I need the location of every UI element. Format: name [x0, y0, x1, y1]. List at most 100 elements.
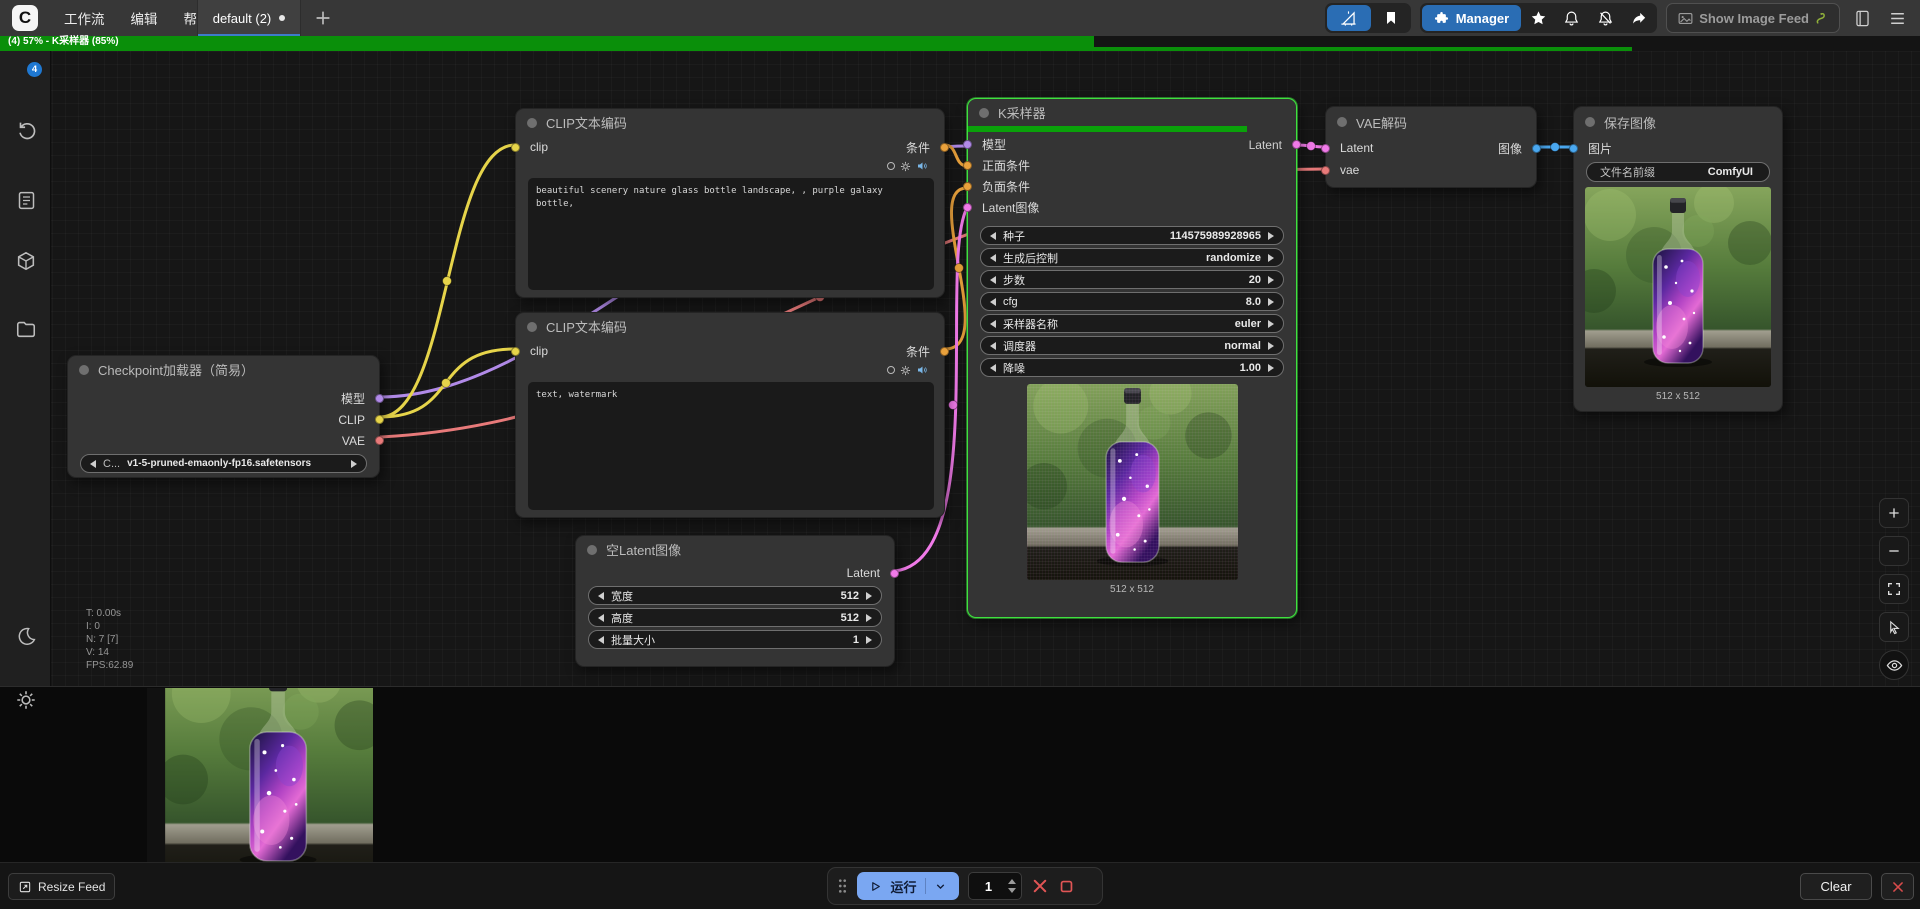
image-feed-panel[interactable] [0, 686, 1920, 862]
increment-icon[interactable] [1268, 320, 1274, 328]
decrement-icon[interactable] [990, 364, 996, 372]
decrement-icon[interactable] [990, 254, 996, 262]
show-image-feed-button[interactable]: Show Image Feed [1666, 3, 1840, 33]
port-dot-latent-in[interactable] [963, 203, 972, 212]
port-dot-image[interactable] [1569, 144, 1578, 153]
collapse-dot-icon[interactable] [979, 108, 989, 118]
theme-toggle-button[interactable] [14, 624, 38, 648]
prev-option-icon[interactable] [90, 460, 96, 468]
stop-button[interactable] [1058, 878, 1075, 895]
increment-icon[interactable] [1268, 364, 1274, 372]
chevron-down-icon[interactable] [934, 880, 947, 893]
increment-icon[interactable] [866, 636, 872, 644]
menu-edit[interactable]: 编辑 [131, 8, 158, 28]
batch-count-spinner[interactable] [1008, 879, 1021, 893]
height-widget[interactable]: 高度 512 [588, 608, 882, 627]
decrement-icon[interactable] [990, 320, 996, 328]
comfyui-logo[interactable]: C [12, 5, 38, 31]
notification-button-1[interactable] [1555, 5, 1587, 31]
spin-up-icon[interactable] [1008, 879, 1016, 884]
decrement-icon[interactable] [990, 232, 996, 240]
negative-prompt-textarea[interactable]: text, watermark [528, 382, 934, 510]
steps-widget[interactable]: 步数 20 [980, 270, 1284, 289]
main-menu-button[interactable] [1884, 5, 1910, 31]
manager-button[interactable]: Manager [1422, 5, 1521, 31]
run-button[interactable]: 运行 [857, 872, 959, 900]
workflow-templates-button[interactable] [1327, 5, 1371, 31]
decrement-icon[interactable] [598, 614, 604, 622]
node-save-image[interactable]: 保存图像 图片 文件名前缀 ComfyUI 512 x 512 [1573, 106, 1783, 412]
bookmark-button[interactable] [1373, 5, 1409, 31]
denoise-widget[interactable]: 降噪 1.00 [980, 358, 1284, 377]
node-clip-text-encode-positive[interactable]: CLIP文本编码 clip 条件 beautiful scenery natur… [515, 108, 945, 298]
increment-icon[interactable] [866, 614, 872, 622]
node-library-button[interactable] [14, 188, 38, 212]
workflow-tab[interactable]: default (2) [197, 0, 301, 36]
node-checkpoint-loader[interactable]: Checkpoint加载器（简易） 模型 CLIP VAE C... v1-5-… [67, 355, 380, 478]
decrement-icon[interactable] [990, 342, 996, 350]
workflows-browser-button[interactable] [14, 317, 38, 341]
port-dot-clip[interactable] [511, 143, 520, 152]
ckpt-name-widget[interactable]: C... v1-5-pruned-emaonly-fp16.safetensor… [80, 454, 367, 473]
increment-icon[interactable] [1268, 254, 1274, 262]
zoom-out-button[interactable] [1879, 536, 1909, 566]
port-dot-positive[interactable] [963, 161, 972, 170]
collapse-dot-icon[interactable] [79, 365, 89, 375]
speaker-icon[interactable] [916, 364, 928, 376]
node-title-bar[interactable]: CLIP文本编码 [516, 313, 944, 340]
favorites-button[interactable] [1523, 5, 1553, 31]
port-dot-negative[interactable] [963, 182, 972, 191]
model-library-button[interactable] [14, 249, 38, 273]
new-workflow-button[interactable] [312, 7, 334, 29]
port-dot-clip[interactable] [511, 347, 520, 356]
collapse-dot-icon[interactable] [1337, 117, 1347, 127]
dot-toggle-icon[interactable] [887, 162, 895, 170]
clear-feed-button[interactable]: Clear [1800, 873, 1872, 900]
cancel-run-button[interactable] [1031, 877, 1049, 895]
scheduler-widget[interactable]: 调度器 normal [980, 336, 1284, 355]
cfg-widget[interactable]: cfg 8.0 [980, 292, 1284, 311]
sampler-name-widget[interactable]: 采样器名称 euler [980, 314, 1284, 333]
collapse-dot-icon[interactable] [587, 545, 597, 555]
fit-view-button[interactable] [1879, 574, 1909, 604]
node-title-bar[interactable]: CLIP文本编码 [516, 109, 944, 136]
feed-image[interactable] [147, 688, 373, 862]
dot-toggle-icon[interactable] [887, 366, 895, 374]
decrement-icon[interactable] [990, 298, 996, 306]
port-dot-latent[interactable] [1321, 144, 1330, 153]
port-dot-cond[interactable] [940, 347, 949, 356]
batch-size-widget[interactable]: 批量大小 1 [588, 630, 882, 649]
positive-prompt-textarea[interactable]: beautiful scenery nature glass bottle la… [528, 178, 934, 290]
control-after-generate-widget[interactable]: 生成后控制 randomize [980, 248, 1284, 267]
filename-prefix-widget[interactable]: 文件名前缀 ComfyUI [1586, 162, 1770, 182]
drag-handle-icon[interactable] [837, 878, 848, 894]
settings-button[interactable] [14, 688, 38, 712]
batch-count-input[interactable]: 1 [968, 872, 1022, 900]
next-option-icon[interactable] [351, 460, 357, 468]
node-clip-text-encode-negative[interactable]: CLIP文本编码 clip 条件 text, watermark [515, 312, 945, 518]
spin-down-icon[interactable] [1008, 888, 1016, 893]
close-feed-button[interactable] [1881, 873, 1914, 900]
width-widget[interactable]: 宽度 512 [588, 586, 882, 605]
node-title-bar[interactable]: VAE解码 [1326, 107, 1536, 137]
queue-history-button[interactable] [14, 118, 38, 142]
decrement-icon[interactable] [990, 276, 996, 284]
menu-workflow[interactable]: 工作流 [64, 8, 105, 28]
node-empty-latent-image[interactable]: 空Latent图像 Latent 宽度 512 高度 512 批量大小 1 [575, 535, 895, 667]
collapse-dot-icon[interactable] [527, 118, 537, 128]
node-title-bar[interactable]: K采样器 [968, 99, 1296, 126]
notification-button-2[interactable] [1589, 5, 1621, 31]
port-dot-model[interactable] [375, 394, 384, 403]
port-dot-latent[interactable] [890, 569, 899, 578]
collapse-dot-icon[interactable] [1585, 117, 1595, 127]
port-dot-clip[interactable] [375, 415, 384, 424]
decrement-icon[interactable] [598, 592, 604, 600]
increment-icon[interactable] [1268, 342, 1274, 350]
decrement-icon[interactable] [598, 636, 604, 644]
increment-icon[interactable] [1268, 276, 1274, 284]
increment-icon[interactable] [1268, 298, 1274, 306]
gear-icon[interactable] [900, 161, 911, 172]
node-title-bar[interactable]: 保存图像 [1574, 107, 1782, 137]
node-ksampler[interactable]: K采样器 模型 Latent 正面条件 负面条件 Latent图像 种子 114… [967, 98, 1297, 618]
increment-icon[interactable] [866, 592, 872, 600]
